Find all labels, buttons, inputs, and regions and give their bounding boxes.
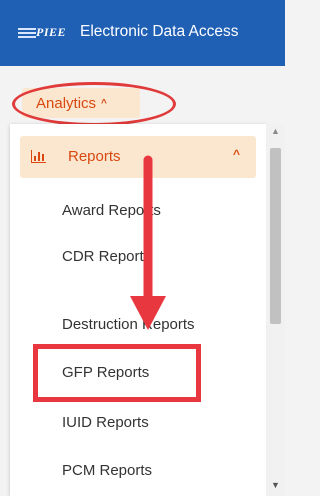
annotation-arrow [130,155,166,330]
arrow-head [130,296,166,330]
